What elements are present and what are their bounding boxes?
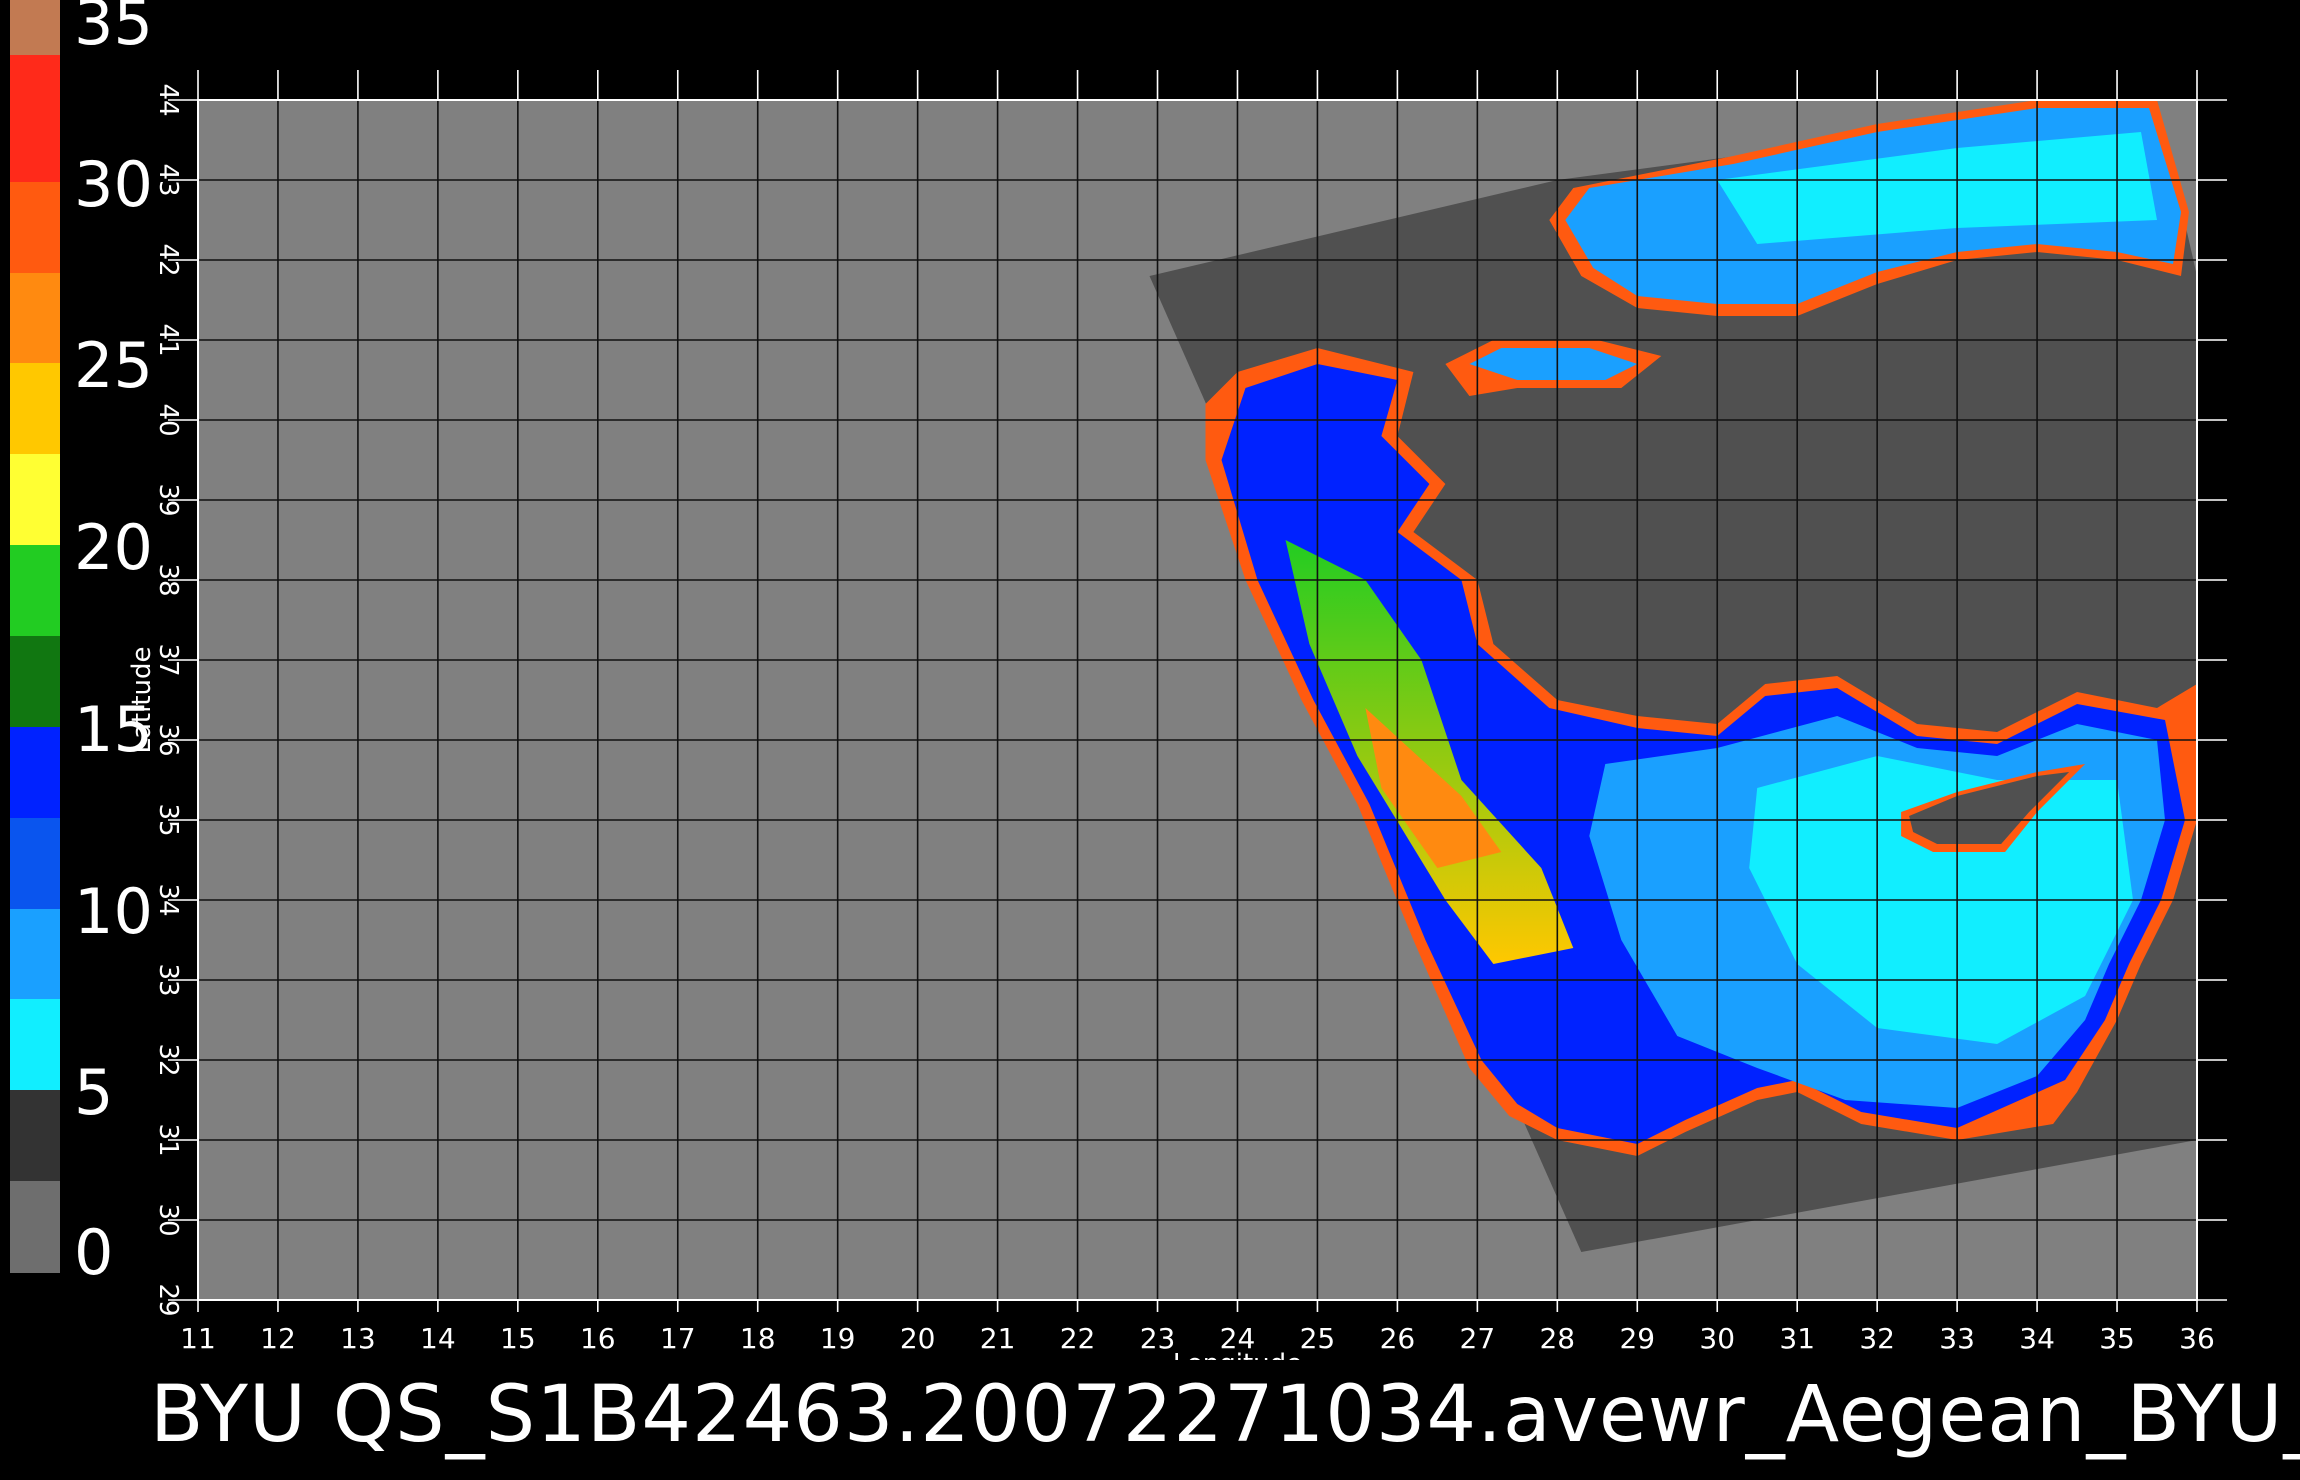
- longitude-tick-label: 21: [980, 1322, 1016, 1355]
- longitude-tick-label: 19: [820, 1322, 856, 1355]
- latitude-tick-label: 30: [153, 1203, 183, 1236]
- longitude-tick-label: 17: [660, 1322, 696, 1355]
- latitude-tick-label: 40: [153, 403, 183, 436]
- latitude-tick-label: 36: [153, 723, 183, 756]
- latitude-tick-label: 35: [153, 803, 183, 836]
- image-title: BYU QS_S1B42463.20072271034.avewr_Aegean…: [150, 1370, 2300, 1460]
- longitude-tick-label: 25: [1300, 1322, 1336, 1355]
- longitude-tick-label: 22: [1060, 1322, 1096, 1355]
- latitude-tick-label: 37: [153, 643, 183, 676]
- latitude-tick-label: 29: [153, 1283, 183, 1316]
- longitude-tick-label: 32: [1859, 1322, 1895, 1355]
- longitude-tick-label: 20: [900, 1322, 936, 1355]
- longitude-tick-label: 14: [420, 1322, 456, 1355]
- longitude-tick-label: 31: [1779, 1322, 1815, 1355]
- scatterometer-wind-map: 35 30 25 20 15 10 5 0 11 12 13 14 15 16 17 18 19 20 21 22 2…: [0, 0, 2300, 1480]
- latitude-tick-label: 33: [153, 963, 183, 996]
- longitude-tick-label: 33: [1939, 1322, 1975, 1355]
- latitude-tick-label: 31: [153, 1123, 183, 1156]
- latitude-tick-label: 42: [153, 243, 183, 276]
- longitude-tick-label: 23: [1140, 1322, 1176, 1355]
- longitude-tick-label: 11: [180, 1322, 216, 1355]
- latitude-tick-label: 44: [153, 83, 183, 116]
- latitude-tick-label: 38: [153, 563, 183, 596]
- longitude-tick-label: 12: [260, 1322, 296, 1355]
- longitude-tick-label: 27: [1460, 1322, 1496, 1355]
- latitude-tick-label: 41: [153, 323, 183, 356]
- longitude-tick-label: 18: [740, 1322, 776, 1355]
- longitude-tick-label: 13: [340, 1322, 376, 1355]
- latitude-tick-label: 39: [153, 483, 183, 516]
- longitude-tick-label: 35: [2099, 1322, 2135, 1355]
- longitude-tick-label: 30: [1699, 1322, 1735, 1355]
- longitude-tick-label: 29: [1619, 1322, 1655, 1355]
- longitude-tick-label: 16: [580, 1322, 616, 1355]
- longitude-tick-label: 34: [2019, 1322, 2055, 1355]
- longitude-tick-label: 26: [1380, 1322, 1416, 1355]
- longitude-tick-label: 15: [500, 1322, 536, 1355]
- map-plot: 11 12 13 14 15 16 17 18 19 20 21 22 23 24 25 26 27 28 29 30…: [127, 70, 2227, 1360]
- x-axis-label: Longitude: [1173, 1349, 1302, 1360]
- longitude-tick-label: 28: [1539, 1322, 1575, 1355]
- latitude-tick-label: 32: [153, 1043, 183, 1076]
- longitude-tick-label: 36: [2179, 1322, 2215, 1355]
- latitude-tick-label: 43: [153, 163, 183, 196]
- latitude-tick-label: 34: [153, 883, 183, 916]
- y-axis-label: Latitude: [127, 646, 157, 753]
